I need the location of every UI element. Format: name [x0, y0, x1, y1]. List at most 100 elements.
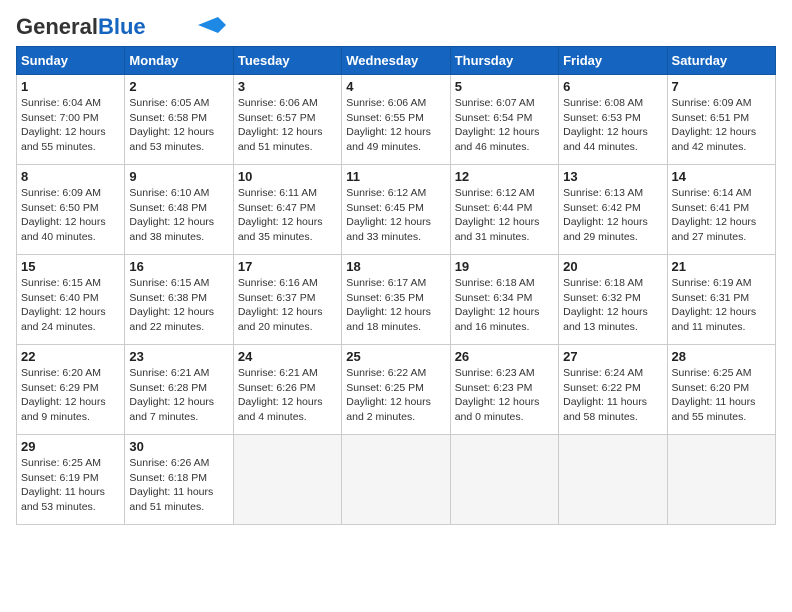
day-info: Sunrise: 6:17 AMSunset: 6:35 PMDaylight:…	[346, 276, 445, 335]
logo-general: General	[16, 14, 98, 39]
day-info: Sunrise: 6:04 AMSunset: 7:00 PMDaylight:…	[21, 96, 120, 155]
calendar-cell: 28 Sunrise: 6:25 AMSunset: 6:20 PMDayligh…	[667, 345, 775, 435]
day-info: Sunrise: 6:18 AMSunset: 6:32 PMDaylight:…	[563, 276, 662, 335]
day-header-friday: Friday	[559, 47, 667, 75]
logo-blue: Blue	[98, 14, 146, 39]
day-number: 29	[21, 439, 120, 454]
day-number: 9	[129, 169, 228, 184]
calendar-cell: 24 Sunrise: 6:21 AMSunset: 6:26 PMDayligh…	[233, 345, 341, 435]
day-number: 12	[455, 169, 554, 184]
logo: GeneralBlue	[16, 16, 226, 38]
day-info: Sunrise: 6:12 AMSunset: 6:44 PMDaylight:…	[455, 186, 554, 245]
day-number: 25	[346, 349, 445, 364]
day-header-thursday: Thursday	[450, 47, 558, 75]
day-info: Sunrise: 6:18 AMSunset: 6:34 PMDaylight:…	[455, 276, 554, 335]
day-number: 22	[21, 349, 120, 364]
calendar-cell: 15 Sunrise: 6:15 AMSunset: 6:40 PMDayligh…	[17, 255, 125, 345]
header: GeneralBlue	[16, 16, 776, 38]
calendar-cell: 26 Sunrise: 6:23 AMSunset: 6:23 PMDayligh…	[450, 345, 558, 435]
day-number: 16	[129, 259, 228, 274]
day-number: 28	[672, 349, 771, 364]
day-header-tuesday: Tuesday	[233, 47, 341, 75]
day-info: Sunrise: 6:21 AMSunset: 6:26 PMDaylight:…	[238, 366, 337, 425]
day-header-saturday: Saturday	[667, 47, 775, 75]
day-info: Sunrise: 6:05 AMSunset: 6:58 PMDaylight:…	[129, 96, 228, 155]
day-info: Sunrise: 6:11 AMSunset: 6:47 PMDaylight:…	[238, 186, 337, 245]
calendar-cell: 4Sunrise: 6:06 AMSunset: 6:55 PMDaylight…	[342, 75, 450, 165]
day-info: Sunrise: 6:23 AMSunset: 6:23 PMDaylight:…	[455, 366, 554, 425]
day-info: Sunrise: 6:10 AMSunset: 6:48 PMDaylight:…	[129, 186, 228, 245]
day-info: Sunrise: 6:06 AMSunset: 6:55 PMDaylight:…	[346, 96, 445, 155]
day-number: 1	[21, 79, 120, 94]
day-number: 6	[563, 79, 662, 94]
calendar-cell: 23 Sunrise: 6:21 AMSunset: 6:28 PMDayligh…	[125, 345, 233, 435]
calendar-cell: 7 Sunrise: 6:09 AMSunset: 6:51 PMDaylight…	[667, 75, 775, 165]
calendar-cell: 2 Sunrise: 6:05 AMSunset: 6:58 PMDaylight…	[125, 75, 233, 165]
day-number: 10	[238, 169, 337, 184]
day-info: Sunrise: 6:22 AMSunset: 6:25 PMDaylight:…	[346, 366, 445, 425]
day-number: 21	[672, 259, 771, 274]
day-number: 15	[21, 259, 120, 274]
day-info: Sunrise: 6:25 AMSunset: 6:20 PMDaylight:…	[672, 366, 771, 425]
calendar-cell: 17Sunrise: 6:16 AMSunset: 6:37 PMDayligh…	[233, 255, 341, 345]
day-number: 3	[238, 79, 337, 94]
day-info: Sunrise: 6:09 AMSunset: 6:50 PMDaylight:…	[21, 186, 120, 245]
calendar-cell: 3 Sunrise: 6:06 AMSunset: 6:57 PMDaylight…	[233, 75, 341, 165]
calendar-cell: 16 Sunrise: 6:15 AMSunset: 6:38 PMDayligh…	[125, 255, 233, 345]
day-number: 8	[21, 169, 120, 184]
day-info: Sunrise: 6:21 AMSunset: 6:28 PMDaylight:…	[129, 366, 228, 425]
day-info: Sunrise: 6:13 AMSunset: 6:42 PMDaylight:…	[563, 186, 662, 245]
day-info: Sunrise: 6:06 AMSunset: 6:57 PMDaylight:…	[238, 96, 337, 155]
calendar-cell: 6 Sunrise: 6:08 AMSunset: 6:53 PMDaylight…	[559, 75, 667, 165]
day-number: 14	[672, 169, 771, 184]
day-number: 13	[563, 169, 662, 184]
day-info: Sunrise: 6:20 AMSunset: 6:29 PMDaylight:…	[21, 366, 120, 425]
day-info: Sunrise: 6:15 AMSunset: 6:40 PMDaylight:…	[21, 276, 120, 335]
calendar-cell: 5Sunrise: 6:07 AMSunset: 6:54 PMDaylight…	[450, 75, 558, 165]
day-number: 23	[129, 349, 228, 364]
day-number: 7	[672, 79, 771, 94]
day-info: Sunrise: 6:16 AMSunset: 6:37 PMDaylight:…	[238, 276, 337, 335]
calendar-cell	[233, 435, 341, 525]
day-number: 20	[563, 259, 662, 274]
day-header-monday: Monday	[125, 47, 233, 75]
day-info: Sunrise: 6:15 AMSunset: 6:38 PMDaylight:…	[129, 276, 228, 335]
calendar-cell: 20 Sunrise: 6:18 AMSunset: 6:32 PMDayligh…	[559, 255, 667, 345]
day-number: 2	[129, 79, 228, 94]
week-row-2: 8 Sunrise: 6:09 AMSunset: 6:50 PMDaylight…	[17, 165, 776, 255]
day-number: 5	[455, 79, 554, 94]
day-number: 11	[346, 169, 445, 184]
calendar-cell: 22 Sunrise: 6:20 AMSunset: 6:29 PMDayligh…	[17, 345, 125, 435]
day-info: Sunrise: 6:25 AMSunset: 6:19 PMDaylight:…	[21, 456, 120, 515]
day-number: 19	[455, 259, 554, 274]
calendar-cell	[559, 435, 667, 525]
calendar-cell: 25 Sunrise: 6:22 AMSunset: 6:25 PMDayligh…	[342, 345, 450, 435]
week-row-5: 29 Sunrise: 6:25 AMSunset: 6:19 PMDayligh…	[17, 435, 776, 525]
day-number: 27	[563, 349, 662, 364]
day-header-sunday: Sunday	[17, 47, 125, 75]
week-row-4: 22 Sunrise: 6:20 AMSunset: 6:29 PMDayligh…	[17, 345, 776, 435]
day-number: 26	[455, 349, 554, 364]
day-info: Sunrise: 6:08 AMSunset: 6:53 PMDaylight:…	[563, 96, 662, 155]
day-info: Sunrise: 6:14 AMSunset: 6:41 PMDaylight:…	[672, 186, 771, 245]
calendar-cell: 10 Sunrise: 6:11 AMSunset: 6:47 PMDayligh…	[233, 165, 341, 255]
week-row-1: 1 Sunrise: 6:04 AMSunset: 7:00 PMDaylight…	[17, 75, 776, 165]
calendar-cell: 13 Sunrise: 6:13 AMSunset: 6:42 PMDayligh…	[559, 165, 667, 255]
calendar-cell: 30Sunrise: 6:26 AMSunset: 6:18 PMDayligh…	[125, 435, 233, 525]
day-info: Sunrise: 6:19 AMSunset: 6:31 PMDaylight:…	[672, 276, 771, 335]
calendar-cell	[667, 435, 775, 525]
calendar-cell: 9 Sunrise: 6:10 AMSunset: 6:48 PMDaylight…	[125, 165, 233, 255]
calendar-cell: 27 Sunrise: 6:24 AMSunset: 6:22 PMDayligh…	[559, 345, 667, 435]
day-info: Sunrise: 6:24 AMSunset: 6:22 PMDaylight:…	[563, 366, 662, 425]
calendar-cell: 19 Sunrise: 6:18 AMSunset: 6:34 PMDayligh…	[450, 255, 558, 345]
calendar-cell	[342, 435, 450, 525]
calendar-cell: 29 Sunrise: 6:25 AMSunset: 6:19 PMDayligh…	[17, 435, 125, 525]
logo-text: GeneralBlue	[16, 16, 146, 38]
calendar-cell: 1 Sunrise: 6:04 AMSunset: 7:00 PMDaylight…	[17, 75, 125, 165]
day-number: 24	[238, 349, 337, 364]
calendar-cell: 12 Sunrise: 6:12 AMSunset: 6:44 PMDayligh…	[450, 165, 558, 255]
day-info: Sunrise: 6:09 AMSunset: 6:51 PMDaylight:…	[672, 96, 771, 155]
calendar-cell: 18Sunrise: 6:17 AMSunset: 6:35 PMDayligh…	[342, 255, 450, 345]
day-number: 30	[129, 439, 228, 454]
header-row: SundayMondayTuesdayWednesdayThursdayFrid…	[17, 47, 776, 75]
